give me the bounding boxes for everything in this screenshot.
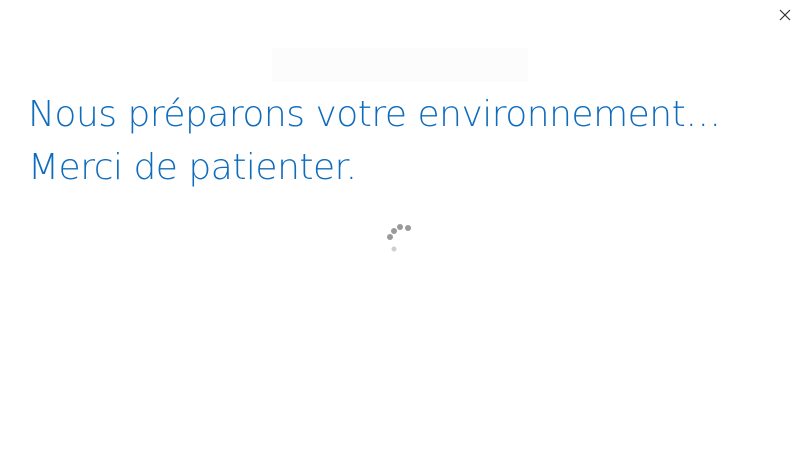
loading-spinner-icon — [387, 224, 411, 252]
page-title: Nous préparons votre environnement… Merc… — [28, 88, 788, 194]
close-icon — [779, 9, 791, 21]
setup-window: Nous préparons votre environnement… Merc… — [0, 0, 806, 473]
heading-line-please-wait: Merci de patienter. — [28, 147, 357, 188]
banner-placeholder — [272, 48, 528, 82]
heading-line-preparing: Nous préparons votre environnement… — [28, 94, 721, 135]
close-button[interactable] — [774, 4, 796, 26]
